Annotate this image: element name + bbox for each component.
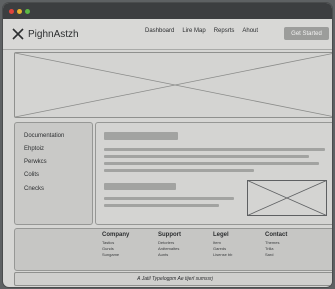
text-line-placeholder [104,197,234,200]
nav-item-reports[interactable]: Repsrts [214,28,235,34]
app-window: PighnAstzh Dashboard Lire Map Repsrts Ah… [3,3,332,287]
text-line-placeholder [104,162,319,165]
footer-heading: Support [158,232,181,238]
main-nav: Dashboard Lire Map Repsrts Ahout [145,28,266,34]
logo-text: PighnAstzh [28,28,79,40]
text-line-placeholder [104,155,309,158]
close-window-button[interactable] [9,9,14,14]
footer-link[interactable]: Sungame [102,252,129,258]
get-started-button[interactable]: Get Started [284,27,329,40]
text-line-placeholder [104,148,325,151]
nav-item-map[interactable]: Lire Map [182,28,205,34]
maximize-window-button[interactable] [25,9,30,14]
hero-image-placeholder [14,52,332,118]
minimize-window-button[interactable] [17,9,22,14]
sidebar-item-4[interactable]: Colits [24,172,39,178]
main-content [95,122,332,225]
sidebar-item-3[interactable]: Perwkcs [24,159,47,165]
footer-column-company: Company Tastics Gunds Sungame [102,232,129,258]
footer-heading: Company [102,232,130,238]
footer-column-contact: Contact Themes Trilla Sard [265,232,287,258]
status-text: A Jatil Typelogpm Ae tijerl sumssrj [137,276,213,282]
nav-item-dashboard[interactable]: Dashboard [145,28,174,34]
content-image-placeholder [247,180,327,216]
footer-heading: Legel [213,232,229,238]
sidebar-item-documentation[interactable]: Documentation [24,133,64,139]
x-mark-icon [12,28,24,40]
logo[interactable]: PighnAstzh [12,27,79,41]
footer-link[interactable]: Lisense bb [213,252,232,258]
status-bar: A Jatil Typelogpm Ae tijerl sumssrj [14,272,332,286]
site-header: PighnAstzh Dashboard Lire Map Repsrts Ah… [3,19,332,50]
nav-item-about[interactable]: Ahout [242,28,258,34]
sidebar-item-5[interactable]: Cnecks [24,186,44,192]
footer-column-support: Support Detorlers Ardtemaltes Aunts [158,232,181,258]
site-footer: Company Tastics Gunds Sungame Support De… [14,228,332,271]
footer-column-legal: Legel Item Gareds Lisense bb [213,232,232,258]
footer-link[interactable]: Sard [265,252,287,258]
footer-heading: Contact [265,232,288,238]
footer-link[interactable]: Aunts [158,252,181,258]
placeholder-cross-icon [15,53,332,117]
sidebar: Documentation Ehptoiz Perwkcs Colits Cne… [14,122,93,225]
text-line-placeholder [104,204,219,207]
text-line-placeholder [104,169,254,172]
title-bar [3,3,332,19]
subheading-placeholder [104,183,176,190]
heading-placeholder [104,132,178,140]
sidebar-item-2[interactable]: Ehptoiz [24,146,44,152]
